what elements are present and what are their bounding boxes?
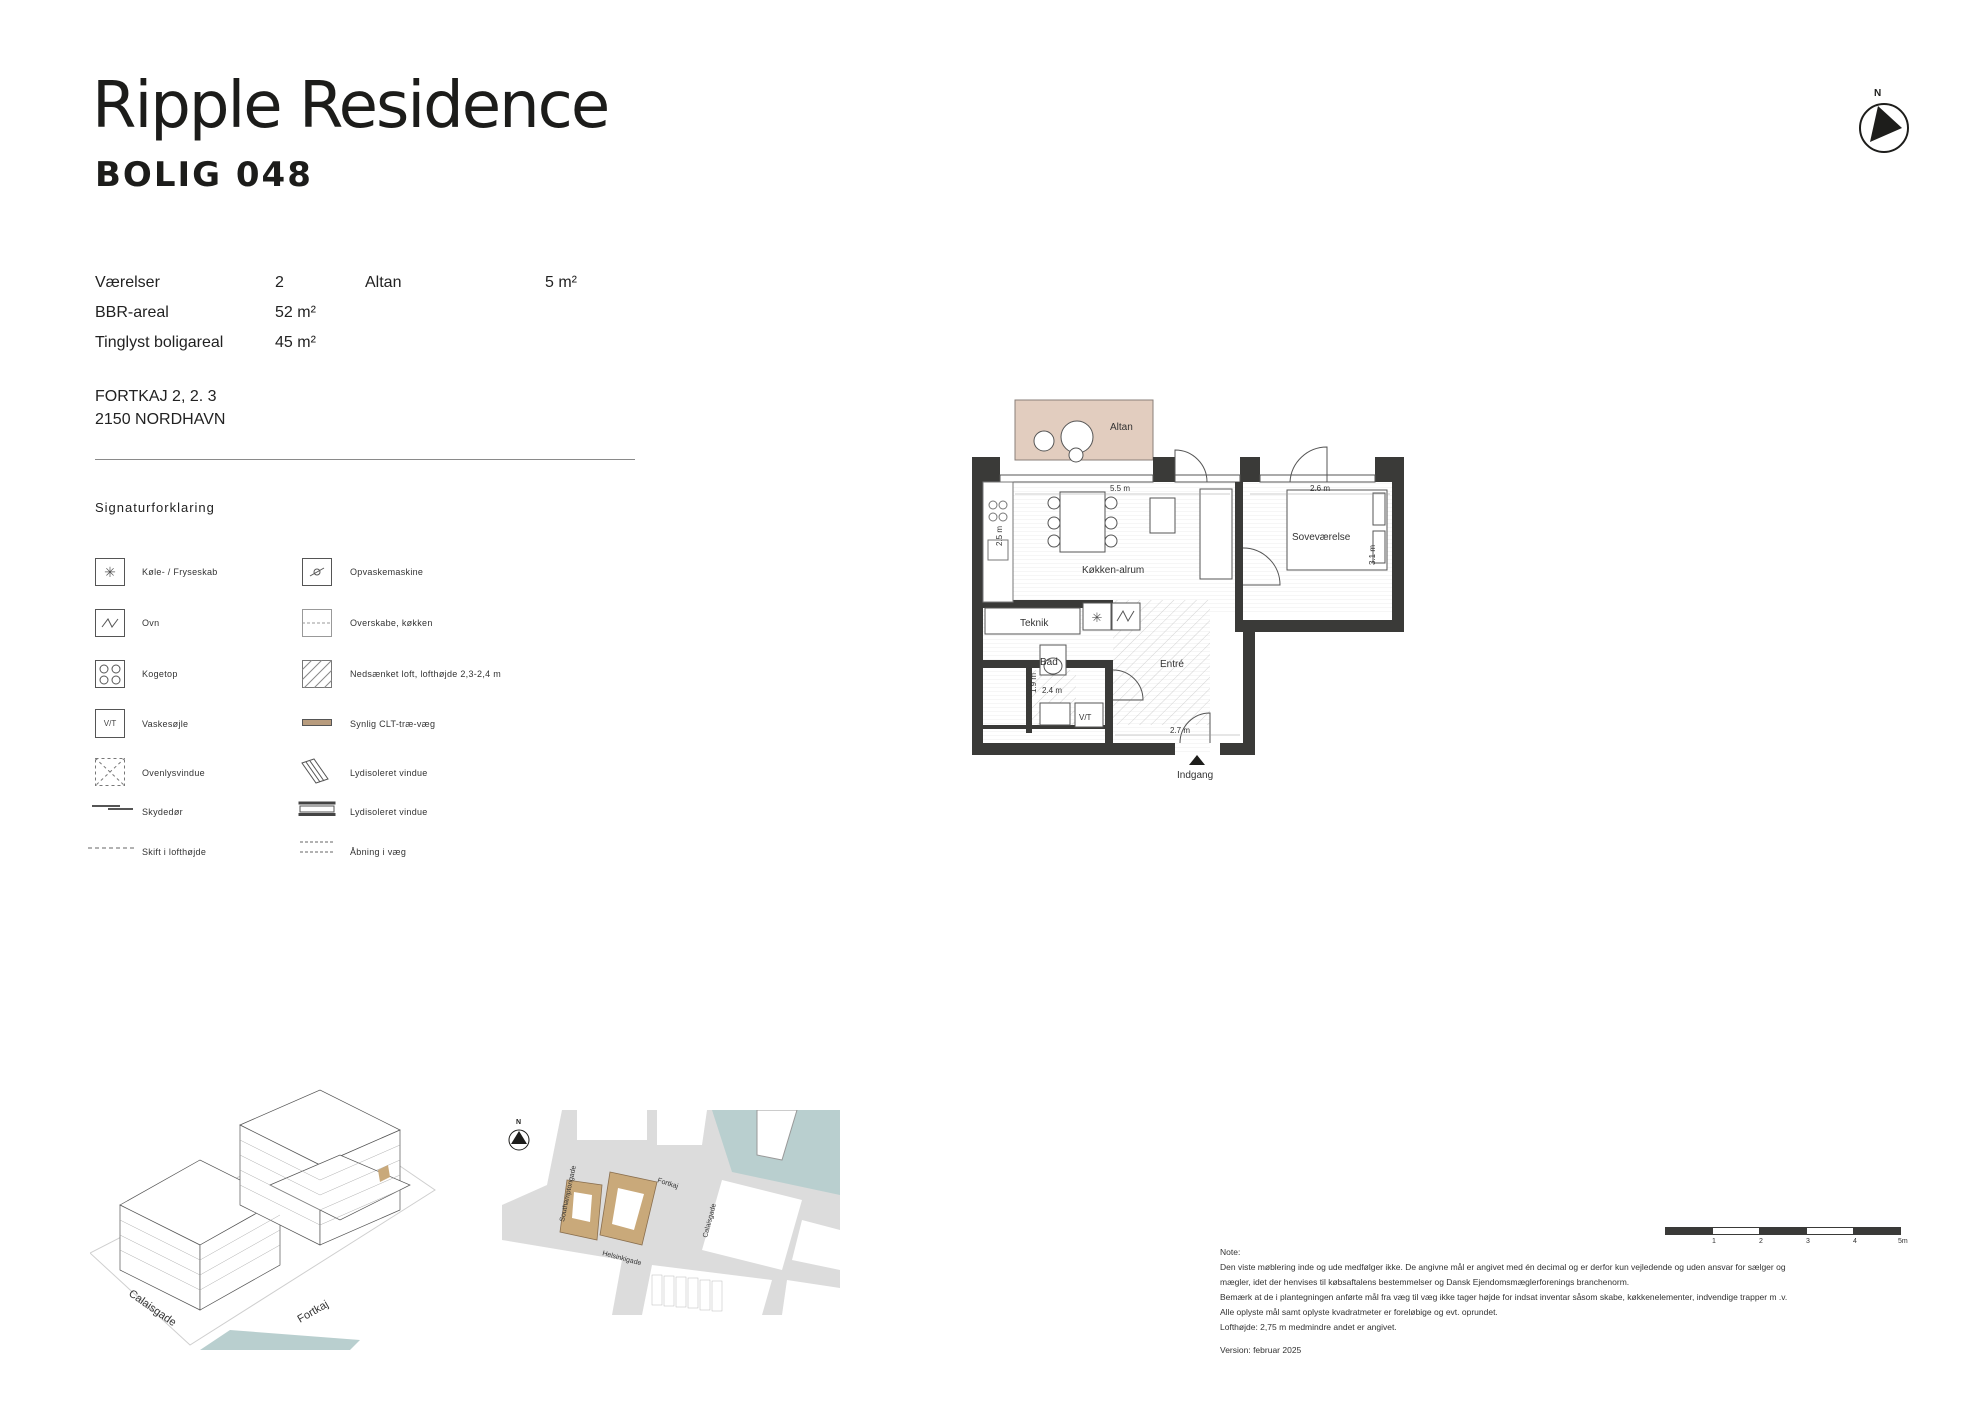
street-label: Fortkaj [296,1298,331,1325]
dimension-label: 2.6 m [1310,484,1330,493]
dimension-label: 2.4 m [1042,686,1062,695]
divider [95,459,635,460]
legend-label: Ovn [142,618,160,628]
dimension-label: 5.5 m [1110,484,1130,493]
fact-label-balcony: Altan [365,274,402,291]
ceiling-change-icon [88,847,136,849]
floor-plan: Altan Teknik ✳ V/T Køkken-alrum Sovevære… [972,399,1404,781]
room-label-kitchen: Køkken-alrum [1082,565,1144,576]
fact-value-bbr: 52 m² [275,304,316,321]
sink [1039,702,1071,726]
legend-label: Lydisoleret vindue [350,768,428,778]
legend-label: Køle- / Fryseskab [142,567,218,577]
fact-label-registered: Tinglyst boligareal [95,334,224,351]
oven-icon [95,609,125,637]
dimension-label: 1.9 m [1029,673,1038,693]
room-label-entre: Entré [1160,659,1184,670]
clt-wall-icon [302,719,332,726]
fact-value-balcony: 5 m² [545,274,577,291]
legend-label: Synlig CLT-træ-væg [350,719,436,729]
dishwasher-icon [302,558,332,586]
legend-heading: Signaturforklaring [95,500,215,515]
fact-value-rooms: 2 [275,274,284,291]
fridge-icon: ✳ [95,558,125,586]
legend-label: Ovenlysvindue [142,768,205,778]
notes-line: Den viste møblering inde og ude medfølge… [1220,1262,1786,1272]
north-arrow-icon [1859,103,1909,153]
site-north-label: N [516,1119,521,1126]
legend-label: Opvaskemaskine [350,567,424,577]
lowered-ceiling-icon [302,660,332,688]
fact-label-rooms: Værelser [95,274,160,291]
room-label-bad: Bad [1040,657,1058,668]
legend-label: Skift i lofthøjde [142,847,207,857]
entrance-label: Indgang [1177,770,1213,781]
legend-label: Lydisoleret vindue [350,807,428,817]
dimension-label: 2.7 m [1170,726,1190,735]
room-label-vt: V/T [1079,713,1092,722]
notes: Note: Den viste møblering inde og ude me… [1220,1245,1920,1358]
unit-number: BOLIG 048 [95,155,313,195]
scale-label: 4 [1853,1238,1857,1245]
svg-text:✳: ✳ [1092,610,1103,625]
entrance-arrow-icon [1189,755,1205,765]
fact-label-bbr: BBR-areal [95,304,169,321]
dining-table [1059,491,1106,553]
soundproof-window-2-icon [298,801,336,816]
scale-label: 2 [1759,1238,1763,1245]
cooktop-icon [95,660,125,688]
notes-line: Lofthøjde: 2,75 m medmindre andet er ang… [1220,1322,1397,1332]
legend-label: Vaskesøjle [142,719,189,729]
legend-label: Kogetop [142,669,178,679]
balcony-chair [1033,430,1055,452]
axonometric-view: Calaisgade Fortkaj [90,1089,436,1350]
legend-label: Nedsænket loft, lofthøjde 2,3-2,4 m [350,669,502,679]
notes-line: mægler, idet der henvises til købsaftale… [1220,1277,1630,1287]
legend-label: Åbning i væg [350,847,407,857]
wall-cabinet-icon [302,609,332,637]
scale-label: 5m [1898,1238,1908,1245]
fact-value-registered: 45 m² [275,334,316,351]
room-label-bedroom: Soveværelse [1292,532,1351,543]
address-line-1: FORTKAJ 2, 2. 3 [95,388,217,405]
notes-heading: Note: [1220,1247,1241,1257]
sliding-door-icon [92,805,133,810]
notes-line: Alle oplyste mål samt oplyste kvadratmet… [1220,1307,1498,1317]
scale-bar [1665,1227,1901,1235]
version-label: Version: februar 2025 [1220,1345,1302,1355]
dimension-label: 2.5 m [995,526,1004,546]
washer-column-icon: V/T [95,709,125,738]
address-line-2: 2150 NORDHAVN [95,411,226,428]
soundproof-window-icon [301,758,329,784]
room-label-altan: Altan [1110,422,1133,433]
sofa [1199,488,1233,580]
page-title: Ripple Residence [92,69,610,143]
wall-opening-icon [300,841,334,853]
scale-label: 3 [1806,1238,1810,1245]
notes-line: Bemærk at de i plantegningen anførte mål… [1220,1292,1788,1302]
north-label: N [1874,88,1882,99]
legend-label: Overskabe, køkken [350,618,433,628]
dimension-label: 3.1 m [1368,545,1377,565]
svg-text:✳: ✳ [104,564,116,580]
legend-label: Skydedør [142,807,183,817]
site-map: N Southamptongade Fortkaj Calaisgade Hel… [502,1110,840,1315]
balcony-chair [1068,447,1084,463]
skylight-icon [95,758,125,786]
room-label-teknik: Teknik [1020,618,1049,629]
scale-label: 1 [1712,1238,1716,1245]
